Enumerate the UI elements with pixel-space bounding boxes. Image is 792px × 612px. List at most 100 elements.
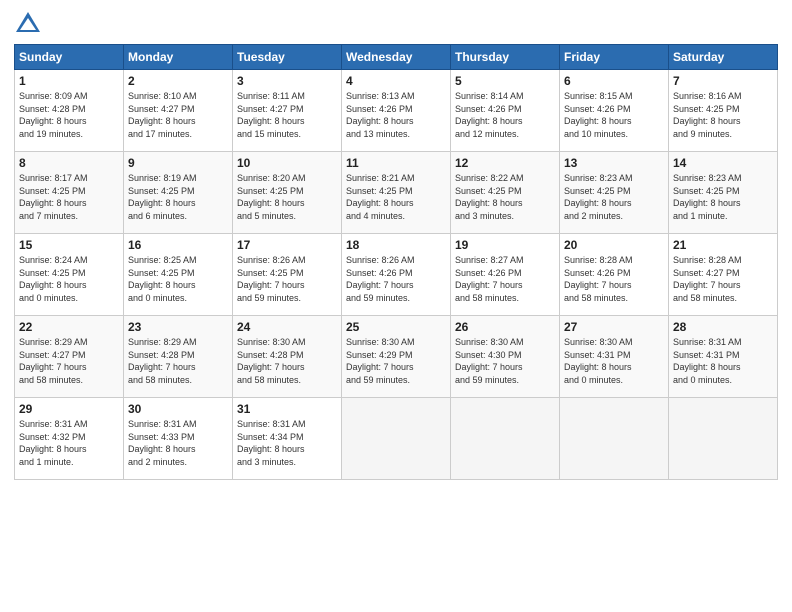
cell-info: Sunrise: 8:30 AM Sunset: 4:30 PM Dayligh… [455,336,555,386]
cell-info: Sunrise: 8:17 AM Sunset: 4:25 PM Dayligh… [19,172,119,222]
calendar-cell: 13Sunrise: 8:23 AM Sunset: 4:25 PM Dayli… [560,152,669,234]
calendar-cell: 10 Sunrise: 8:20 AM Sunset: 4:25 PM Dayli… [233,152,342,234]
day-of-week-thursday: Thursday [451,45,560,70]
week-row-1: 1 Sunrise: 8:09 AM Sunset: 4:28 PM Daylig… [15,70,778,152]
cell-info: Sunrise: 8:31 AM Sunset: 4:31 PM Dayligh… [673,336,773,386]
day-number: 7 [673,74,773,88]
calendar-cell: 17 Sunrise: 8:26 AM Sunset: 4:25 PM Dayli… [233,234,342,316]
cell-info: Sunrise: 8:20 AM Sunset: 4:25 PM Dayligh… [237,172,337,222]
cell-info: Sunrise: 8:26 AM Sunset: 4:26 PM Dayligh… [346,254,446,304]
calendar-cell: 8 Sunrise: 8:17 AM Sunset: 4:25 PM Daylig… [15,152,124,234]
cell-info: Sunrise: 8:19 AM Sunset: 4:25 PM Dayligh… [128,172,228,222]
day-of-week-wednesday: Wednesday [342,45,451,70]
day-number: 19 [455,238,555,252]
cell-info: Sunrise: 8:11 AM Sunset: 4:27 PM Dayligh… [237,90,337,140]
calendar-cell: 29 Sunrise: 8:31 AM Sunset: 4:32 PM Dayli… [15,398,124,480]
calendar-cell: 25 Sunrise: 8:30 AM Sunset: 4:29 PM Dayli… [342,316,451,398]
calendar-body: 1 Sunrise: 8:09 AM Sunset: 4:28 PM Daylig… [15,70,778,480]
day-number: 25 [346,320,446,334]
calendar-cell: 28Sunrise: 8:31 AM Sunset: 4:31 PM Dayli… [669,316,778,398]
calendar-cell: 3 Sunrise: 8:11 AM Sunset: 4:27 PM Daylig… [233,70,342,152]
cell-info: Sunrise: 8:22 AM Sunset: 4:25 PM Dayligh… [455,172,555,222]
day-number: 3 [237,74,337,88]
calendar-cell: 1 Sunrise: 8:09 AM Sunset: 4:28 PM Daylig… [15,70,124,152]
calendar-cell: 16 Sunrise: 8:25 AM Sunset: 4:25 PM Dayli… [124,234,233,316]
day-number: 24 [237,320,337,334]
calendar-cell: 4Sunrise: 8:13 AM Sunset: 4:26 PM Daylig… [342,70,451,152]
week-row-4: 22 Sunrise: 8:29 AM Sunset: 4:27 PM Dayli… [15,316,778,398]
calendar-table: SundayMondayTuesdayWednesdayThursdayFrid… [14,44,778,480]
cell-info: Sunrise: 8:28 AM Sunset: 4:27 PM Dayligh… [673,254,773,304]
cell-info: Sunrise: 8:14 AM Sunset: 4:26 PM Dayligh… [455,90,555,140]
cell-info: Sunrise: 8:24 AM Sunset: 4:25 PM Dayligh… [19,254,119,304]
calendar-cell: 27 Sunrise: 8:30 AM Sunset: 4:31 PM Dayli… [560,316,669,398]
cell-info: Sunrise: 8:26 AM Sunset: 4:25 PM Dayligh… [237,254,337,304]
day-number: 26 [455,320,555,334]
day-of-week-monday: Monday [124,45,233,70]
week-row-3: 15 Sunrise: 8:24 AM Sunset: 4:25 PM Dayli… [15,234,778,316]
page: SundayMondayTuesdayWednesdayThursdayFrid… [0,0,792,612]
day-of-week-friday: Friday [560,45,669,70]
cell-info: Sunrise: 8:25 AM Sunset: 4:25 PM Dayligh… [128,254,228,304]
week-row-2: 8 Sunrise: 8:17 AM Sunset: 4:25 PM Daylig… [15,152,778,234]
day-number: 27 [564,320,664,334]
calendar-cell: 21 Sunrise: 8:28 AM Sunset: 4:27 PM Dayli… [669,234,778,316]
calendar-cell: 22 Sunrise: 8:29 AM Sunset: 4:27 PM Dayli… [15,316,124,398]
calendar-cell: 19 Sunrise: 8:27 AM Sunset: 4:26 PM Dayli… [451,234,560,316]
cell-info: Sunrise: 8:30 AM Sunset: 4:28 PM Dayligh… [237,336,337,386]
day-number: 31 [237,402,337,416]
logo-icon [14,10,42,38]
cell-info: Sunrise: 8:29 AM Sunset: 4:27 PM Dayligh… [19,336,119,386]
day-number: 22 [19,320,119,334]
cell-info: Sunrise: 8:31 AM Sunset: 4:33 PM Dayligh… [128,418,228,468]
day-number: 29 [19,402,119,416]
calendar-cell: 31Sunrise: 8:31 AM Sunset: 4:34 PM Dayli… [233,398,342,480]
calendar-cell: 18 Sunrise: 8:26 AM Sunset: 4:26 PM Dayli… [342,234,451,316]
day-number: 8 [19,156,119,170]
calendar-cell [669,398,778,480]
calendar-cell: 30 Sunrise: 8:31 AM Sunset: 4:33 PM Dayli… [124,398,233,480]
cell-info: Sunrise: 8:30 AM Sunset: 4:31 PM Dayligh… [564,336,664,386]
cell-info: Sunrise: 8:31 AM Sunset: 4:32 PM Dayligh… [19,418,119,468]
day-number: 16 [128,238,228,252]
day-number: 13 [564,156,664,170]
day-of-week-saturday: Saturday [669,45,778,70]
day-number: 10 [237,156,337,170]
day-number: 20 [564,238,664,252]
cell-info: Sunrise: 8:30 AM Sunset: 4:29 PM Dayligh… [346,336,446,386]
calendar-cell: 2 Sunrise: 8:10 AM Sunset: 4:27 PM Daylig… [124,70,233,152]
day-number: 1 [19,74,119,88]
calendar-cell: 14Sunrise: 8:23 AM Sunset: 4:25 PM Dayli… [669,152,778,234]
cell-info: Sunrise: 8:10 AM Sunset: 4:27 PM Dayligh… [128,90,228,140]
calendar-cell: 15 Sunrise: 8:24 AM Sunset: 4:25 PM Dayli… [15,234,124,316]
calendar-cell: 24 Sunrise: 8:30 AM Sunset: 4:28 PM Dayli… [233,316,342,398]
calendar-cell: 23 Sunrise: 8:29 AM Sunset: 4:28 PM Dayli… [124,316,233,398]
cell-info: Sunrise: 8:21 AM Sunset: 4:25 PM Dayligh… [346,172,446,222]
calendar-cell [560,398,669,480]
header [14,10,778,38]
day-number: 21 [673,238,773,252]
calendar-cell: 20 Sunrise: 8:28 AM Sunset: 4:26 PM Dayli… [560,234,669,316]
logo [14,10,46,38]
calendar-cell: 5 Sunrise: 8:14 AM Sunset: 4:26 PM Daylig… [451,70,560,152]
calendar-cell: 26 Sunrise: 8:30 AM Sunset: 4:30 PM Dayli… [451,316,560,398]
day-number: 23 [128,320,228,334]
day-number: 12 [455,156,555,170]
day-number: 17 [237,238,337,252]
calendar-cell [342,398,451,480]
day-number: 30 [128,402,228,416]
cell-info: Sunrise: 8:28 AM Sunset: 4:26 PM Dayligh… [564,254,664,304]
day-number: 18 [346,238,446,252]
day-number: 5 [455,74,555,88]
day-number: 15 [19,238,119,252]
day-number: 2 [128,74,228,88]
cell-info: Sunrise: 8:09 AM Sunset: 4:28 PM Dayligh… [19,90,119,140]
calendar-cell: 11Sunrise: 8:21 AM Sunset: 4:25 PM Dayli… [342,152,451,234]
calendar-cell: 6Sunrise: 8:15 AM Sunset: 4:26 PM Daylig… [560,70,669,152]
day-number: 14 [673,156,773,170]
day-number: 6 [564,74,664,88]
cell-info: Sunrise: 8:27 AM Sunset: 4:26 PM Dayligh… [455,254,555,304]
day-of-week-tuesday: Tuesday [233,45,342,70]
cell-info: Sunrise: 8:29 AM Sunset: 4:28 PM Dayligh… [128,336,228,386]
cell-info: Sunrise: 8:16 AM Sunset: 4:25 PM Dayligh… [673,90,773,140]
